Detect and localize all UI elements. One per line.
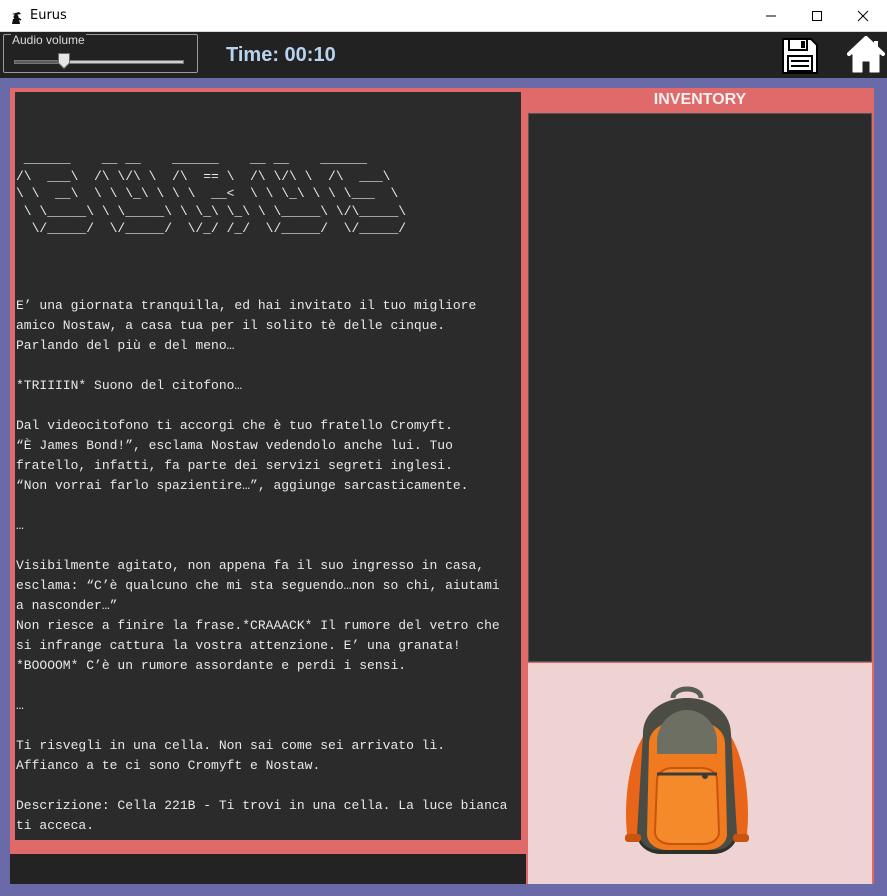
detective-icon: [8, 8, 24, 24]
story-line: [16, 676, 521, 696]
home-button[interactable]: [847, 35, 885, 75]
save-button[interactable]: [780, 36, 820, 76]
maximize-button[interactable]: [794, 0, 840, 32]
ascii-art-line: ______ __ __ ______ __ __ ______: [16, 151, 368, 166]
story-line: Dal videocitofono ti accorgi che è tuo f…: [16, 417, 453, 433]
story-line: Visibilmente agitato, non appena fa il s…: [16, 557, 485, 573]
story-line: E’ una giornata tranquilla, ed hai invit…: [16, 297, 477, 313]
story-line: [16, 776, 521, 796]
story-line: Ti risvegli in una cella. Non sai come s…: [16, 737, 446, 753]
story-line: Parlando del più e del meno…: [16, 337, 235, 353]
elapsed-time: Time: 00:10: [226, 44, 336, 66]
story-line: ti acceca.: [16, 817, 95, 833]
backpack-icon: [613, 684, 761, 860]
command-input-area[interactable]: [10, 854, 526, 884]
story-line: amico Nostaw, a casa tua per il solito t…: [16, 317, 446, 333]
minimize-button[interactable]: [748, 0, 794, 32]
story-line: [16, 716, 521, 736]
story-line: …: [16, 697, 24, 713]
floppy-disk-icon: [780, 38, 820, 80]
ascii-art-line: /\ ___\ /\ \/\ \ /\ == \ /\ \/\ \ /\ ___…: [16, 168, 391, 184]
app-window: Eurus Audio volume Time: 00:10 ______ __…: [0, 0, 887, 896]
story-line: “Non vorrai farlo spazientire…”, aggiung…: [16, 477, 469, 493]
story-line: *TRIIIIN* Suono del citofono…: [16, 377, 243, 393]
story-line: “È James Bond!”, esclama Nostaw vedendol…: [16, 437, 453, 453]
inventory-header: INVENTORY: [653, 91, 747, 108]
close-button[interactable]: [840, 0, 886, 32]
story-line: fratello, infatti, fa parte dei servizi …: [16, 457, 453, 473]
ascii-art-line: \ \ __\ \ \ \_\ \ \ \ __< \ \ \_\ \ \ \_…: [16, 186, 399, 201]
game-title-ascii-art: ______ __ __ ______ __ __ ______ /\ ___\ …: [16, 146, 521, 238]
window-title: Eurus: [30, 8, 67, 23]
story-line: esclama: “C’è qualcuno che mi sta seguen…: [16, 577, 500, 593]
story-line: [16, 496, 521, 516]
slider-thumb[interactable]: [58, 53, 70, 70]
story-line: a nasconder…”: [16, 597, 118, 613]
title-bar: Eurus: [0, 0, 887, 32]
story-line: …: [16, 517, 24, 533]
story-line: [16, 356, 521, 376]
audio-volume-label: Audio volume: [11, 33, 86, 47]
story-lines: E’ una giornata tranquilla, ed hai invit…: [16, 296, 521, 836]
audio-volume-slider[interactable]: [14, 60, 184, 64]
story-line: si infrange cattura la vostra attenzione…: [16, 637, 461, 653]
story-line: Non riesce a finire la frase.*CRAAACK* I…: [16, 617, 500, 633]
home-icon: [847, 36, 885, 79]
inventory-list[interactable]: [528, 113, 872, 662]
story-line: Affianco a te ci sono Cromyft e Nostaw.: [16, 757, 321, 773]
story-line: Descrizione: Cella 221B - Ti trovi in un…: [16, 797, 508, 813]
ascii-art-line: \ \_____\ \ \_____\ \ \_\ \_\ \ \_____\ …: [16, 203, 407, 219]
toolbar: Audio volume Time: 00:10: [0, 32, 887, 78]
ascii-art-line: \/_____/ \/_____/ \/_/ /_/ \/_____/ \/__…: [16, 221, 407, 236]
audio-volume-group: Audio volume: [3, 33, 198, 73]
story-text-area[interactable]: ______ __ __ ______ __ __ ______ /\ ___\ …: [15, 92, 521, 840]
story-line: *BOOOOM* C’è un rumore assordante e perd…: [16, 657, 407, 673]
story-line: [16, 536, 521, 556]
story-line: [16, 396, 521, 416]
